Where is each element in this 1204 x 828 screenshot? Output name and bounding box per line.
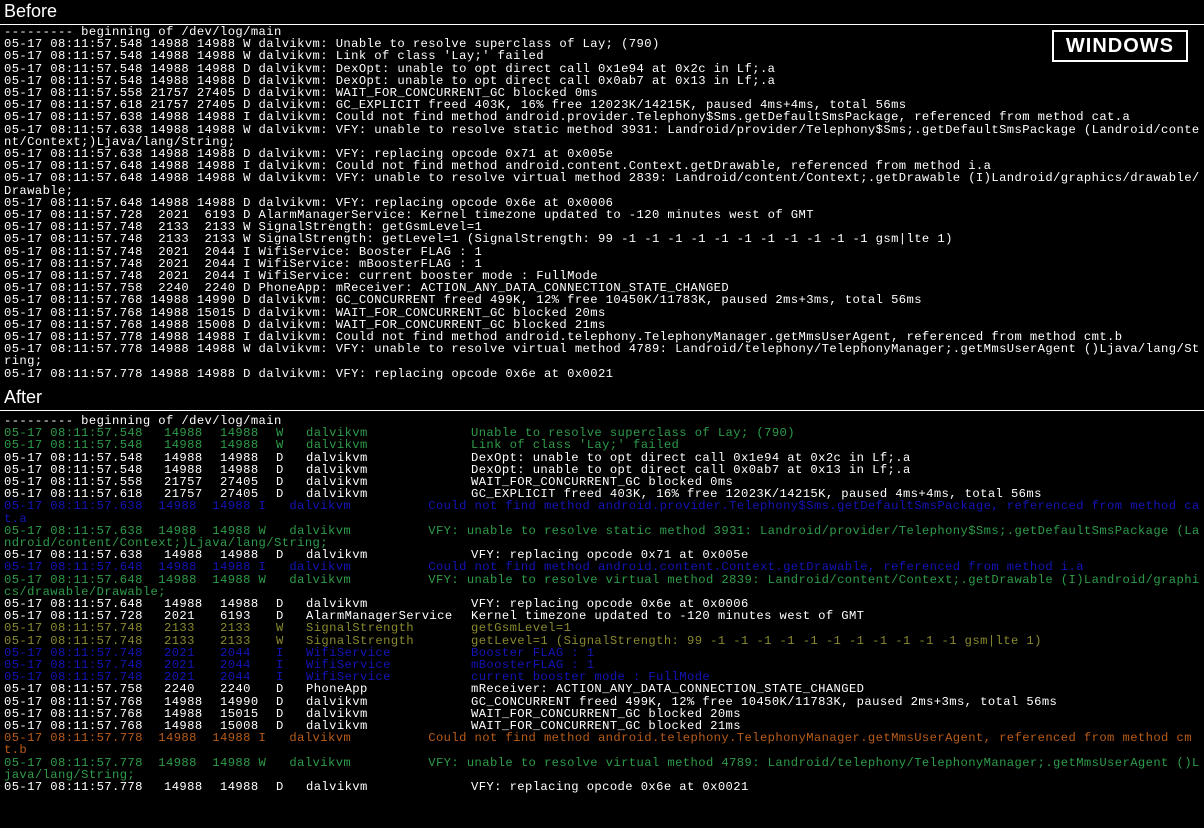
log-line: 05-17 08:11:57.5481498814988WdalvikvmLin… [4,439,1200,451]
log-line: 05-17 08:11:57.5481498814988DdalvikvmDex… [4,452,1200,464]
before-label: Before [0,0,1204,25]
log-line: 05-17 08:11:57.75822402240DPhoneAppmRece… [4,683,1200,695]
log-line: 05-17 08:11:57.638 14988 14988 I dalvikv… [4,111,1200,123]
log-line: 05-17 08:11:57.74821332133WSignalStrengt… [4,635,1200,647]
log-line: 05-17 08:11:57.748 2133 2133 W SignalStr… [4,233,1200,245]
log-line: 05-17 08:11:57.648 14988 14988 I dalvikv… [4,561,1200,573]
log-line: 05-17 08:11:57.74821332133WSignalStrengt… [4,622,1200,634]
log-line: 05-17 08:11:57.7781498814988DdalvikvmVFY… [4,781,1200,793]
log-line: 05-17 08:11:57.778 14988 14988 W dalvikv… [4,343,1200,367]
windows-badge: WINDOWS [1052,30,1188,62]
log-line: 05-17 08:11:57.638 14988 14988 W dalvikv… [4,124,1200,148]
log-line: 05-17 08:11:57.778 14988 14988 D dalvikv… [4,368,1200,380]
log-line: 05-17 08:11:57.648 14988 14988 W dalvikv… [4,574,1200,598]
before-log-block: --------- beginning of /dev/log/main05-1… [0,25,1204,386]
log-line: 05-17 08:11:57.778 14988 14988 W dalvikv… [4,757,1200,781]
log-line: 05-17 08:11:57.548 14988 14988 W dalvikv… [4,50,1200,62]
log-line: 05-17 08:11:57.648 14988 14988 W dalvikv… [4,172,1200,196]
log-line: 05-17 08:11:57.548 14988 14988 D dalvikv… [4,63,1200,75]
after-log-block: --------- beginning of /dev/log/main05-1… [0,411,1204,799]
log-line: 05-17 08:11:57.778 14988 14988 I dalvikv… [4,732,1200,756]
log-line: 05-17 08:11:57.638 14988 14988 I dalvikv… [4,500,1200,524]
log-line: 05-17 08:11:57.638 14988 14988 W dalvikv… [4,525,1200,549]
log-line: 05-17 08:11:57.7681498814990DdalvikvmGC_… [4,696,1200,708]
log-line: 05-17 08:11:57.768 14988 14990 D dalvikv… [4,294,1200,306]
after-label: After [0,386,1204,411]
